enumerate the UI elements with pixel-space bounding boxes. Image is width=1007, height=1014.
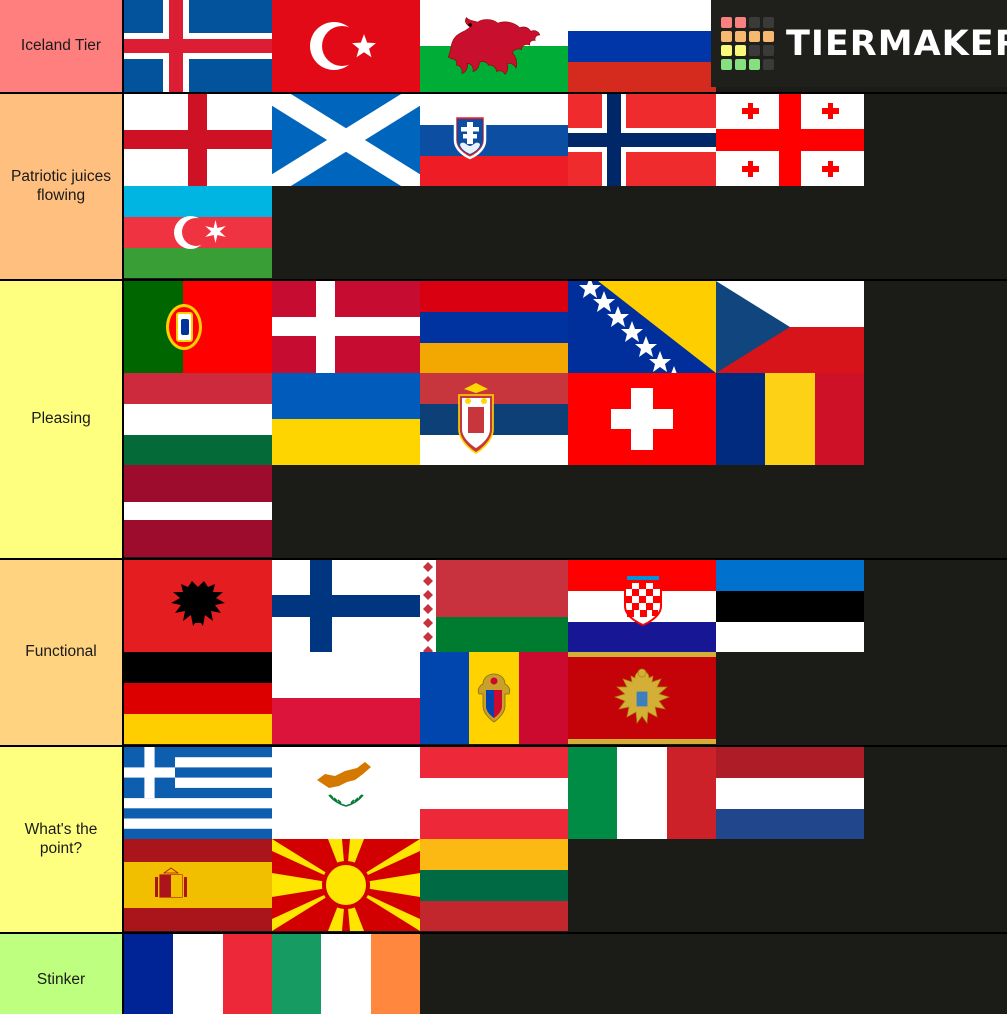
tier-row: Patriotic juices flowing: [0, 94, 1007, 281]
logo-cell: [749, 17, 760, 28]
flag-romania[interactable]: [716, 373, 864, 465]
tier-label-1[interactable]: Patriotic juices flowing: [0, 94, 124, 279]
tiermaker-logo-icon: [721, 17, 774, 70]
logo-cell: [735, 45, 746, 56]
tier-items-container[interactable]: [124, 934, 1007, 1014]
logo-cell: [763, 45, 774, 56]
tier-items-container[interactable]: [124, 747, 1007, 932]
flag-greece[interactable]: [124, 747, 272, 839]
logo-cell: [763, 31, 774, 42]
logo-cell: [749, 31, 760, 42]
tier-items-container[interactable]: [124, 94, 1007, 279]
flag-latvia[interactable]: [124, 465, 272, 557]
flag-belarus[interactable]: [420, 560, 568, 652]
flag-ukraine[interactable]: [272, 373, 420, 465]
tier-row: What's the point?: [0, 747, 1007, 934]
tiermaker-wordmark: TIERMAKER: [786, 23, 1007, 64]
flag-turkey[interactable]: [272, 0, 420, 92]
logo-cell: [749, 59, 760, 70]
tier-row: Pleasing: [0, 281, 1007, 560]
flag-russia[interactable]: [568, 0, 716, 92]
flag-bosnia[interactable]: [568, 281, 716, 373]
logo-cell: [749, 45, 760, 56]
logo-cell: [763, 17, 774, 28]
tier-label-0[interactable]: Iceland Tier: [0, 0, 124, 92]
flag-croatia[interactable]: [568, 560, 716, 652]
flag-cyprus[interactable]: [272, 747, 420, 839]
flag-north-macedonia[interactable]: [272, 839, 420, 931]
tier-label-4[interactable]: What's the point?: [0, 747, 124, 932]
logo-cell: [721, 31, 732, 42]
flag-moldova[interactable]: [420, 652, 568, 744]
flag-wales[interactable]: [420, 0, 568, 92]
logo-cell: [735, 17, 746, 28]
tier-list: Iceland Tier Patriotic juices flowing Pl…: [0, 0, 1007, 1014]
tier-row: Functional: [0, 560, 1007, 747]
flag-albania[interactable]: [124, 560, 272, 652]
flag-spain[interactable]: [124, 839, 272, 931]
flag-norway[interactable]: [568, 94, 716, 186]
flag-georgia[interactable]: [716, 94, 864, 186]
tier-row: Stinker: [0, 934, 1007, 1014]
tier-items-container[interactable]: [124, 281, 1007, 558]
tiermaker-watermark: TIERMAKER: [711, 0, 1007, 87]
tier-label-2[interactable]: Pleasing: [0, 281, 124, 558]
flag-estonia[interactable]: [716, 560, 864, 652]
flag-czechia[interactable]: [716, 281, 864, 373]
tier-items-container[interactable]: [124, 560, 1007, 745]
flag-france[interactable]: [124, 934, 272, 1014]
flag-slovakia[interactable]: [420, 94, 568, 186]
logo-cell: [735, 59, 746, 70]
flag-austria[interactable]: [420, 747, 568, 839]
flag-denmark[interactable]: [272, 281, 420, 373]
tier-label-5[interactable]: Stinker: [0, 934, 124, 1014]
flag-switzerland[interactable]: [568, 373, 716, 465]
flag-iceland[interactable]: [124, 0, 272, 92]
flag-azerbaijan[interactable]: [124, 186, 272, 278]
flag-poland[interactable]: [272, 652, 420, 744]
flag-portugal[interactable]: [124, 281, 272, 373]
flag-italy[interactable]: [568, 747, 716, 839]
flag-scotland[interactable]: [272, 94, 420, 186]
flag-lithuania[interactable]: [420, 839, 568, 931]
logo-cell: [735, 31, 746, 42]
flag-hungary[interactable]: [124, 373, 272, 465]
flag-montenegro[interactable]: [568, 652, 716, 744]
logo-cell: [721, 59, 732, 70]
flag-netherlands[interactable]: [716, 747, 864, 839]
flag-serbia[interactable]: [420, 373, 568, 465]
flag-finland[interactable]: [272, 560, 420, 652]
tier-label-3[interactable]: Functional: [0, 560, 124, 745]
logo-cell: [763, 59, 774, 70]
flag-ireland[interactable]: [272, 934, 420, 1014]
flag-armenia[interactable]: [420, 281, 568, 373]
flag-england[interactable]: [124, 94, 272, 186]
logo-cell: [721, 17, 732, 28]
logo-cell: [721, 45, 732, 56]
flag-germany[interactable]: [124, 652, 272, 744]
